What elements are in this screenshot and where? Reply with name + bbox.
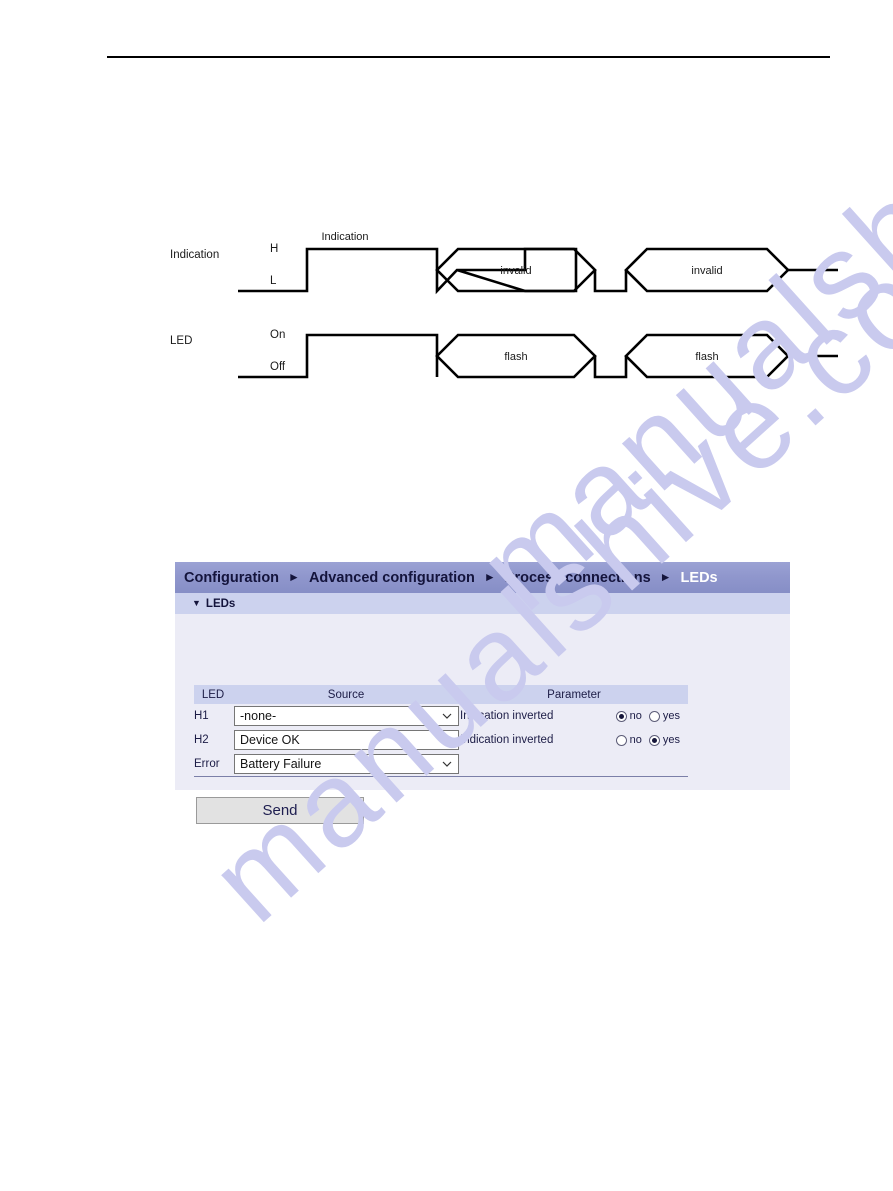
timing-pulse-label: Indication	[321, 231, 368, 243]
led-name-cell: H2	[194, 734, 209, 746]
panel-body: LED Source Parameter H1 -none- Indicatio…	[175, 614, 790, 824]
timing-high-label: H	[270, 243, 278, 255]
timing-low-label: Off	[270, 361, 286, 373]
breadcrumb-item-leds[interactable]: LEDs	[681, 570, 718, 586]
breadcrumb-item-configuration[interactable]: Configuration	[184, 570, 279, 586]
parameter-cell: Indication inverted no yes	[460, 704, 688, 728]
table-row: H1 -none- Indication inverted no yes	[194, 704, 688, 728]
source-cell: Battery Failure	[232, 752, 460, 777]
radio-button-icon[interactable]	[648, 734, 660, 746]
radio-option-yes-h1[interactable]: yes	[648, 710, 680, 722]
source-select-value: Battery Failure	[240, 756, 322, 771]
timing-bus-label: invalid	[691, 265, 722, 277]
radio-option-no-h1[interactable]: no	[615, 710, 642, 722]
send-button[interactable]: Send	[196, 797, 364, 824]
breadcrumb-item-advanced-configuration[interactable]: Advanced configuration	[309, 570, 475, 586]
led-configuration-panel: Configuration ► Advanced configuration ►…	[175, 562, 790, 824]
source-select-error[interactable]: Battery Failure	[234, 753, 459, 774]
radio-label-yes: yes	[662, 710, 680, 722]
section-header-leds[interactable]: ▼ LEDs	[175, 593, 790, 614]
timing-row-name: Indication	[170, 249, 219, 261]
chevron-down-icon	[442, 713, 452, 719]
source-cell: Device OK	[232, 728, 460, 752]
source-cell: -none-	[232, 704, 460, 728]
chevron-down-icon	[442, 761, 452, 767]
breadcrumb-item-process-connections[interactable]: Process connections	[505, 570, 651, 586]
parameter-label: Indication inverted	[460, 734, 554, 746]
led-table: LED Source Parameter H1 -none- Indicatio…	[194, 685, 688, 777]
led-name-cell: H1	[194, 710, 209, 722]
radio-label-no: no	[629, 734, 642, 746]
timing-bus-label: flash	[695, 351, 718, 363]
radio-option-no-h2[interactable]: no	[615, 734, 642, 746]
timing-bus-label: flash	[504, 351, 527, 363]
timing-low-label: L	[270, 275, 277, 287]
table-header-row: LED Source Parameter	[194, 685, 688, 704]
chevron-down-icon: ▼	[192, 598, 201, 608]
section-title: LEDs	[205, 597, 236, 610]
parameter-label: Indication inverted	[460, 710, 554, 722]
timing-row-name: LED	[170, 335, 192, 347]
radio-group-h1: no yes	[615, 710, 688, 722]
breadcrumb-separator-icon: ►	[659, 569, 672, 584]
source-select-value: Device OK	[240, 733, 300, 747]
breadcrumb-separator-icon: ►	[483, 569, 496, 584]
radio-button-icon[interactable]	[615, 734, 627, 746]
column-header-led: LED	[194, 685, 232, 704]
led-name-cell: Error	[194, 752, 232, 777]
radio-label-no: no	[629, 710, 642, 722]
timing-bus-label: invalid	[500, 265, 531, 277]
parameter-cell-empty	[460, 752, 688, 777]
table-row: H2 Device OK Indication inverted no yes	[194, 728, 688, 752]
timing-diagram: Indication H L Indication invalid invali…	[160, 218, 840, 400]
source-select-h2[interactable]: Device OK	[234, 730, 459, 750]
radio-group-h2: no yes	[615, 734, 688, 746]
source-select-h1[interactable]: -none-	[234, 706, 459, 726]
breadcrumb-separator-icon: ►	[288, 569, 300, 584]
timing-high-label: On	[270, 329, 285, 341]
table-row: Error Battery Failure	[194, 752, 688, 777]
source-select-value: -none-	[240, 709, 277, 723]
radio-label-yes: yes	[662, 734, 680, 746]
radio-button-icon[interactable]	[615, 710, 627, 722]
radio-option-yes-h2[interactable]: yes	[648, 734, 680, 746]
chevron-down-icon	[442, 737, 452, 743]
parameter-cell: Indication inverted no yes	[460, 728, 688, 752]
breadcrumb: Configuration ► Advanced configuration ►…	[175, 562, 790, 593]
radio-button-icon[interactable]	[648, 710, 660, 722]
column-header-parameter: Parameter	[460, 685, 688, 704]
page-header-rule	[107, 56, 830, 58]
column-header-source: Source	[232, 685, 460, 704]
